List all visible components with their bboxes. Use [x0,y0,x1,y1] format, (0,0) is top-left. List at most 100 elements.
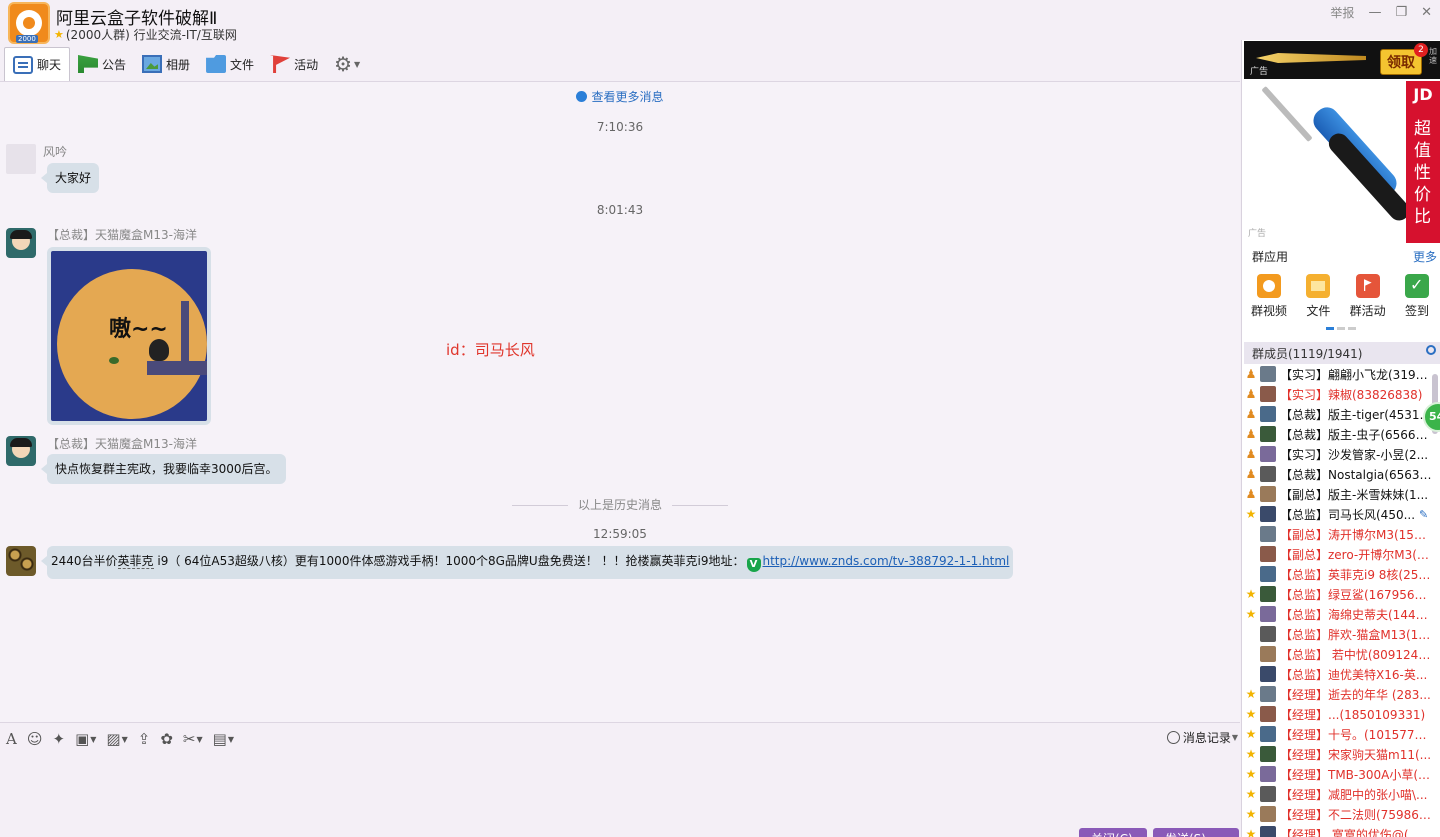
owner-icon: ♟ [1245,407,1257,421]
member-row[interactable]: ♟ 【实习】沙发管家-小昱(2... [1244,444,1432,464]
app-video[interactable]: 群视频 [1246,274,1292,319]
member-row[interactable]: ♟ 【副总】版主-米雪妹妹(1... [1244,484,1432,504]
member-row[interactable]: ★ 【经理】宋家驹天猫m11(... [1244,744,1432,764]
member-row[interactable]: ★ 【经理】不二法则(759862... [1244,804,1432,824]
tab-file-label: 文件 [230,57,255,72]
member-name: 【经理】逝去的年华 (283... [1280,687,1431,702]
report-button[interactable]: 举报 [1330,4,1354,21]
send-button[interactable]: 发送(S) [1153,828,1239,837]
notice-icon [78,55,99,73]
member-row[interactable]: ★ 【经理】十号。(10157740... [1244,724,1432,744]
member-row[interactable]: ★ 【经理】...(1850109331) [1244,704,1432,724]
close-button[interactable]: 关闭(C) [1079,828,1147,837]
member-name: 【总监】胖欢-猫盒M13(15... [1280,627,1432,642]
close-icon[interactable]: ✕ [1421,5,1432,20]
member-avatar [1260,726,1276,742]
chat-area[interactable]: 查看更多消息 7:10:36 风吟 大家好 8:01:43 【总裁】天猫魔盒M1… [0,82,1240,722]
font-icon[interactable]: A [6,730,17,748]
member-row[interactable]: 【总监】 若中忧(80912438) [1244,644,1432,664]
message-history-button[interactable]: 消息记录 ▼ [1166,729,1238,746]
tab-notice[interactable]: 公告 [70,48,134,80]
blank-icon [1244,667,1258,681]
member-name: 【副总】版主-米雪妹妹(1... [1280,487,1429,502]
tab-activity[interactable]: 活动 [262,48,326,80]
message-bubble[interactable]: 大家好 [40,163,100,193]
input-toolbar: A ☺ ✦ ▣ ▼ ▨ ▼ ⇪ ✿ ✂ ▼ ▤ ▼ [6,728,234,750]
member-row[interactable]: ♟ 【总裁】版主-虫子(65668... [1244,424,1432,444]
member-row[interactable]: ♟ 【实习】辣椒(83826838) [1244,384,1432,404]
member-row[interactable]: ♟ 【总裁】Nostalgia(65639930) [1244,464,1432,484]
upload-icon[interactable]: ⇪ [138,730,151,748]
search-icon[interactable] [1426,345,1436,355]
member-row[interactable]: ★ 【经理】逝去的年华 (283... [1244,684,1432,704]
avatar[interactable] [6,546,36,576]
image-message[interactable]: 嗷~~ [47,247,211,425]
sender-name[interactable]: 风吟 [43,143,67,160]
member-row[interactable]: ★ 【总监】海绵史蒂夫(1448... [1244,604,1432,624]
member-row[interactable]: 【总监】迪优美特X16-英... [1244,664,1432,684]
member-row[interactable]: 【总监】英菲克i9 8核(251... [1244,564,1432,584]
group-logo[interactable]: 2000 [8,2,50,44]
avatar[interactable] [6,228,36,258]
shake-icon[interactable]: ✿ [160,730,173,748]
group-info: ★ (2000人群) 行业交流-IT/互联网 [54,26,237,43]
sender-name[interactable]: 【总裁】天猫魔盒M13-海洋 [47,435,197,452]
minimize-icon[interactable]: — [1368,5,1381,20]
tab-file[interactable]: 文件 [198,48,262,80]
settings-menu[interactable]: ⚙ ▼ [326,48,368,80]
jd-logo: JD [1413,85,1433,104]
member-row[interactable]: ★ 【总监】绿豆鲨(167956588) [1244,584,1432,604]
member-row[interactable]: ★ 【总监】司马长风(450... ✎ [1244,504,1432,524]
message-bubble[interactable]: 2440台半价英菲克 i9（ 64位A53超级八核）更有1000件体感游戏手柄！… [40,546,1014,579]
owner-icon: ♟ [1245,447,1257,461]
app-file[interactable]: 文件 [1295,274,1341,319]
chat-icon [13,55,33,74]
member-list[interactable]: ♟ 【实习】翩翩小飞龙(3194... ♟ 【实习】辣椒(83826838) ♟ 【总裁】… [1244,364,1432,837]
member-row[interactable]: 【副总】zero-开博尔M3(5... [1244,544,1432,564]
sender-name[interactable]: 【总裁】天猫魔盒M13-海洋 [47,226,197,243]
apps-pager[interactable] [1326,327,1356,330]
owner-icon: ♟ [1245,467,1257,481]
member-row[interactable]: ★ 【经理】TMB-300A小草(1... [1244,764,1432,784]
tab-chat[interactable]: 聊天 [4,47,71,81]
member-avatar [1260,546,1276,562]
app-activity[interactable]: 群活动 [1345,274,1391,319]
clock-icon [1166,731,1180,744]
scissors-icon[interactable]: ✂ ▼ [183,730,203,748]
message-link[interactable]: http://www.znds.com/tv-388792-1-1.html [763,554,1010,568]
emoji-icon[interactable]: ☺ [27,730,43,748]
jd-slogan: 超值性价比 [1414,119,1431,227]
top-banner-ad[interactable]: 广告 领取 2 加速 [1244,41,1440,79]
member-row[interactable]: 【副总】涛开博尔M3(159... [1244,524,1432,544]
member-row[interactable]: ♟ 【实习】翩翩小飞龙(3194... [1244,364,1432,384]
chevron-down-icon: ▼ [1231,733,1238,742]
maximize-icon[interactable]: ❐ [1395,5,1407,20]
member-avatar [1260,406,1276,422]
member-row[interactable]: 【总监】胖欢-猫盒M13(15... [1244,624,1432,644]
blank-icon [1244,567,1258,581]
video-icon [1257,274,1281,298]
tab-album[interactable]: 相册 [134,48,198,80]
member-name: 【总裁】版主-虫子(65668... [1280,427,1432,442]
more-tools-icon[interactable]: ▤ ▼ [213,730,234,748]
member-row[interactable]: ♟ 【总裁】版主-tiger(45310... [1244,404,1432,424]
product-ad[interactable]: JD 超值性价比 广告 [1244,81,1440,243]
more-messages-link[interactable]: 查看更多消息 [0,88,1240,105]
image-icon[interactable]: ▨ ▼ [106,730,127,748]
message-bubble[interactable]: 快点恢复群主宪政，我要临幸3000后宫。 [41,454,286,484]
gift-icon[interactable]: ▣ ▼ [75,730,96,748]
member-row[interactable]: ★ 【经理】 寞寞的优伤@(... [1244,824,1432,837]
message-input[interactable] [0,752,1240,830]
member-row[interactable]: ★ 【经理】减肥中的张小喵\... [1244,784,1432,804]
avatar[interactable] [6,144,36,174]
scissors-handle-image [1324,129,1414,225]
group-apps-more-link[interactable]: 更多 [1413,248,1437,265]
app-file-label: 文件 [1306,304,1331,318]
avatar[interactable] [6,436,36,466]
edit-icon[interactable]: ✎ [1419,508,1428,521]
magic-icon[interactable]: ✦ [52,730,65,748]
member-avatar [1260,466,1276,482]
app-checkin[interactable]: 签到 [1394,274,1440,319]
member-avatar [1260,386,1276,402]
member-avatar [1260,586,1276,602]
